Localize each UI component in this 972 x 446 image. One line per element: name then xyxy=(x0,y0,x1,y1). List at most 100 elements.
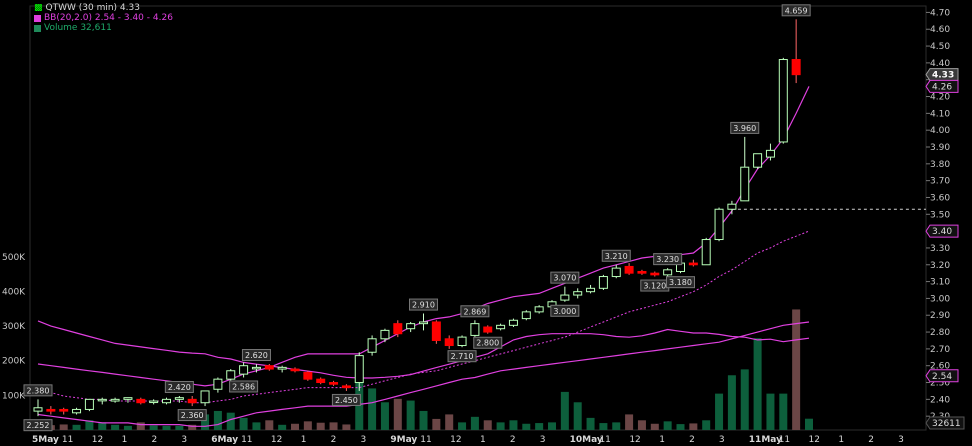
time-axis-label: 3 xyxy=(540,435,546,445)
price-tick-label: 2.70 xyxy=(930,345,950,355)
volume-bar xyxy=(779,393,788,430)
volume-bar xyxy=(535,423,544,430)
candle-body xyxy=(84,398,94,410)
volume-bar xyxy=(72,424,81,430)
candle-body xyxy=(406,323,416,330)
candle-body xyxy=(714,208,724,241)
volume-bar xyxy=(291,423,299,430)
time-axis-label: 12 xyxy=(629,435,640,445)
time-axis-label: 1 xyxy=(301,435,307,445)
time-axis-label: 1 xyxy=(480,435,486,445)
time-axis-label: 6May xyxy=(211,435,238,445)
candle-legend-icon: ▩ xyxy=(34,3,43,13)
candle-body xyxy=(457,336,467,347)
candle-body xyxy=(123,397,133,400)
time-axis-label: 2 xyxy=(868,435,874,445)
volume-bar xyxy=(792,309,801,430)
candle-body xyxy=(97,398,107,402)
candle-body xyxy=(110,398,120,402)
volume-bar xyxy=(303,421,312,430)
volume-bar xyxy=(650,423,659,430)
candle-body xyxy=(200,390,210,404)
volume-bar xyxy=(586,417,595,430)
time-axis-label: 12 xyxy=(450,435,461,445)
candle-body xyxy=(637,270,647,274)
candle-body xyxy=(753,153,763,168)
time-axis-label: 2 xyxy=(331,435,337,445)
price-callout-label: 3.120 xyxy=(643,282,666,291)
value-tag-label: 4.33 xyxy=(932,71,954,81)
price-tick-label: 3.30 xyxy=(930,244,950,254)
price-callout-label: 3.230 xyxy=(656,255,679,264)
time-axis-label: 11May xyxy=(749,435,782,445)
chart-legend: ▩ QTWW (30 min) 4.33 BB(20,2.0) 2.54 - 3… xyxy=(34,3,173,33)
candlestick-chart[interactable]: 2.302.402.502.602.702.802.903.003.103.20… xyxy=(0,0,972,446)
candle-body xyxy=(162,398,171,404)
volume-tick-label: 100K xyxy=(2,391,26,401)
volume-tick-label: 400K xyxy=(2,287,26,297)
plot-frame xyxy=(29,5,927,431)
volume-legend-icon xyxy=(34,24,41,32)
volume-bar xyxy=(393,398,402,430)
price-tick-label: 2.80 xyxy=(930,328,950,338)
volume-tick-label: 200K xyxy=(2,357,26,367)
time-axis-label: 1 xyxy=(122,435,128,445)
candle-body xyxy=(586,287,596,293)
volume-bar xyxy=(599,423,608,430)
candle-body xyxy=(136,398,146,404)
volume-bar xyxy=(342,424,351,430)
time-axis-label: 11 xyxy=(779,435,790,445)
legend-symbol-row: ▩ QTWW (30 min) 4.33 xyxy=(34,3,173,13)
chart-root: 2.302.402.502.602.702.802.903.003.103.20… xyxy=(0,0,972,446)
volume-bar xyxy=(483,420,492,430)
candle-body xyxy=(341,385,351,389)
value-tag-label: 2.54 xyxy=(932,372,952,382)
candle-body xyxy=(573,291,583,296)
volume-bar xyxy=(727,375,736,430)
volume-bar xyxy=(175,425,184,430)
price-tick-label: 2.90 xyxy=(930,311,950,321)
volume-bar xyxy=(496,422,505,430)
time-axis-label: 10May xyxy=(570,435,603,445)
price-callout-label: 3.960 xyxy=(733,124,756,133)
value-tag-label: 4.26 xyxy=(932,82,952,92)
candle-body xyxy=(663,269,673,276)
price-tick-label: 3.20 xyxy=(930,261,950,271)
time-axis-label: 3 xyxy=(898,435,904,445)
value-tag-label: 3.40 xyxy=(932,227,952,237)
price-tick-label: 3.10 xyxy=(930,278,950,288)
candle-body xyxy=(354,355,364,384)
price-callout-label: 4.659 xyxy=(785,6,808,15)
candle-body xyxy=(251,366,261,370)
price-callout-label: 2.420 xyxy=(168,383,191,392)
volume-bar xyxy=(252,422,261,430)
legend-symbol-label: QTWW (30 min) 4.33 xyxy=(45,3,140,13)
volume-bar xyxy=(213,410,222,430)
volume-bar xyxy=(445,414,454,430)
time-axis-label: 9May xyxy=(390,435,417,445)
time-axis-label: 12 xyxy=(271,435,282,445)
candle-body xyxy=(740,166,750,202)
candle-body xyxy=(213,378,223,390)
volume-bar xyxy=(676,424,685,430)
price-callout-label: 2.360 xyxy=(181,411,204,420)
volume-bar xyxy=(715,393,724,430)
candle-body xyxy=(496,324,506,330)
time-axis-label: 3 xyxy=(181,435,187,445)
price-callout-label: 3.000 xyxy=(553,307,576,316)
time-axis-label: 12 xyxy=(809,435,820,445)
volume-bar xyxy=(149,425,158,430)
candle-body xyxy=(316,378,326,384)
time-axis-label: 2 xyxy=(510,435,516,445)
candle-body xyxy=(611,267,621,278)
volume-bar xyxy=(136,422,145,430)
time-axis-label: 3 xyxy=(719,435,725,445)
volume-bar xyxy=(522,423,531,430)
volume-bar xyxy=(368,388,377,430)
volume-bar xyxy=(573,402,582,430)
volume-bar xyxy=(548,422,556,430)
volume-bar xyxy=(470,416,479,430)
candle-body xyxy=(727,203,737,210)
price-tick-label: 4.40 xyxy=(930,59,950,69)
bb-legend-icon xyxy=(34,14,41,22)
